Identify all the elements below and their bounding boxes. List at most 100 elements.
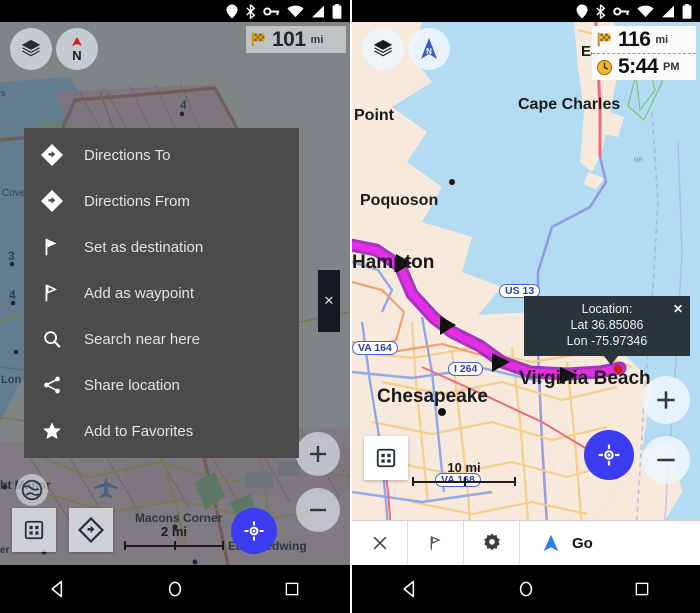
toolbar-waypoint-button[interactable] bbox=[408, 521, 464, 565]
map-label: s bbox=[1, 88, 6, 98]
context-menu[interactable]: Directions To Directions From Set as des… bbox=[24, 128, 299, 458]
scale-bar-graphic bbox=[412, 477, 516, 486]
eta-unit: PM bbox=[663, 61, 680, 73]
map-label: 4 bbox=[180, 98, 187, 112]
location-popup-lon: Lon -75.97346 bbox=[566, 334, 648, 348]
toolbar-settings-button[interactable] bbox=[464, 521, 520, 565]
nav-home-button[interactable] bbox=[496, 565, 556, 613]
plus-icon bbox=[657, 391, 675, 409]
menu-item-label: Directions From bbox=[84, 192, 190, 210]
location-popup[interactable]: Location: Lat 36.85086 Lon -75.97346 ✕ bbox=[524, 296, 690, 365]
distance-badge: 101 mi bbox=[246, 26, 346, 53]
dashboard-button[interactable] bbox=[12, 508, 56, 552]
bluetooth-icon bbox=[596, 3, 606, 19]
vpn-key-icon bbox=[613, 6, 630, 16]
globe-button[interactable] bbox=[16, 474, 48, 506]
gear-icon bbox=[483, 533, 500, 551]
nav-recents-button[interactable] bbox=[612, 565, 672, 613]
svg-text:NR: NR bbox=[634, 158, 643, 164]
route-shield: I 264 bbox=[448, 362, 484, 376]
cell-signal-icon bbox=[312, 5, 324, 17]
menu-item-share-location[interactable]: Share location bbox=[24, 362, 299, 408]
toolbar-close-button[interactable] bbox=[352, 521, 408, 565]
directions-from-icon bbox=[40, 189, 64, 213]
left-info-badges: 101 mi bbox=[246, 26, 346, 53]
checkered-flag-icon bbox=[251, 32, 265, 47]
map-label: Macons Corner bbox=[135, 511, 223, 525]
nav-back-button[interactable] bbox=[380, 565, 440, 613]
home-circle-icon bbox=[168, 581, 182, 597]
map-label: 3 bbox=[8, 249, 15, 263]
dashboard-grid-icon bbox=[24, 520, 44, 540]
menu-item-set-as-destination[interactable]: Set as destination bbox=[24, 224, 299, 270]
search-icon bbox=[40, 327, 64, 351]
map-label: Poquoson bbox=[360, 192, 439, 209]
compass-north-arrow-icon: N bbox=[421, 38, 437, 59]
layers-button[interactable] bbox=[362, 28, 404, 70]
compass-button[interactable]: N bbox=[56, 28, 98, 70]
nav-home-button[interactable] bbox=[145, 565, 205, 613]
share-icon bbox=[40, 373, 64, 397]
map-label: 4 bbox=[9, 288, 16, 302]
nav-back-button[interactable] bbox=[28, 565, 88, 613]
nav-recents-button[interactable] bbox=[262, 565, 322, 613]
route-shield: VA 164 bbox=[352, 341, 398, 355]
zoom-out-button[interactable] bbox=[296, 488, 340, 532]
eta-value: 5:44 bbox=[618, 55, 659, 78]
zoom-out-button[interactable] bbox=[642, 436, 690, 484]
menu-item-directions-from[interactable]: Directions From bbox=[24, 178, 299, 224]
distance-badge: 116 mi bbox=[592, 26, 696, 53]
recents-square-icon bbox=[285, 582, 298, 596]
menu-item-label: Search near here bbox=[84, 330, 200, 348]
svg-text:N: N bbox=[72, 48, 81, 63]
location-popup-close-button[interactable]: ✕ bbox=[673, 302, 683, 316]
directions-button[interactable] bbox=[69, 508, 113, 552]
map-label: Virginia Beach bbox=[519, 368, 651, 389]
left-panel: Cove 3 4 4 Lon ht Manor Macons Corner Ea… bbox=[0, 0, 350, 613]
gps-button[interactable] bbox=[231, 508, 277, 554]
distance-value: 101 bbox=[272, 27, 306, 51]
menu-item-label: Share location bbox=[84, 376, 180, 394]
left-status-bar bbox=[0, 0, 350, 22]
vpn-key-icon bbox=[263, 6, 280, 16]
map-label: Chesapeake bbox=[377, 386, 488, 407]
menu-item-add-as-waypoint[interactable]: Add as waypoint bbox=[24, 270, 299, 316]
clock-icon bbox=[596, 59, 613, 75]
dashboard-button[interactable] bbox=[364, 436, 408, 480]
directions-icon bbox=[78, 517, 104, 543]
context-menu-close-button[interactable]: ✕ bbox=[318, 270, 340, 332]
menu-item-directions-to[interactable]: Directions To bbox=[24, 132, 299, 178]
zoom-in-button[interactable] bbox=[296, 432, 340, 476]
recents-square-icon bbox=[635, 582, 649, 596]
globe-icon bbox=[21, 479, 43, 501]
dual-screenshot: Cove 3 4 4 Lon ht Manor Macons Corner Ea… bbox=[0, 0, 700, 613]
compass-button[interactable]: N bbox=[408, 28, 450, 70]
compass-north-icon: N bbox=[72, 37, 82, 63]
wifi-icon bbox=[287, 5, 304, 17]
menu-item-label: Set as destination bbox=[84, 238, 204, 256]
go-button-label: Go bbox=[572, 534, 593, 552]
map-label: Cove bbox=[2, 188, 26, 199]
right-android-nav-bar[interactable] bbox=[352, 565, 700, 613]
menu-item-label: Add as waypoint bbox=[84, 284, 195, 302]
bluetooth-icon bbox=[246, 3, 256, 19]
flag-outline-icon bbox=[40, 281, 64, 305]
gps-button[interactable] bbox=[584, 430, 634, 480]
navigation-toolbar[interactable]: Go bbox=[352, 520, 700, 565]
map-label: Hampton bbox=[352, 252, 435, 273]
star-icon bbox=[40, 419, 64, 443]
scale-bar-graphic bbox=[124, 541, 224, 550]
svg-text:N: N bbox=[426, 47, 432, 56]
distance-unit: mi bbox=[655, 33, 669, 46]
menu-item-search-near-here[interactable]: Search near here bbox=[24, 316, 299, 362]
scale-label: 2 mi bbox=[160, 524, 187, 539]
right-scale-bar: 10 mi bbox=[412, 460, 516, 486]
toolbar-go-button[interactable]: Go bbox=[520, 521, 700, 565]
flag-outline-icon bbox=[430, 536, 441, 550]
zoom-in-button[interactable] bbox=[642, 376, 690, 424]
map-label: er bbox=[0, 545, 10, 556]
gps-crosshair-icon bbox=[244, 521, 264, 541]
left-android-nav-bar[interactable] bbox=[0, 565, 350, 613]
menu-item-add-to-favorites[interactable]: Add to Favorites bbox=[24, 408, 299, 454]
layers-button[interactable] bbox=[10, 28, 52, 70]
